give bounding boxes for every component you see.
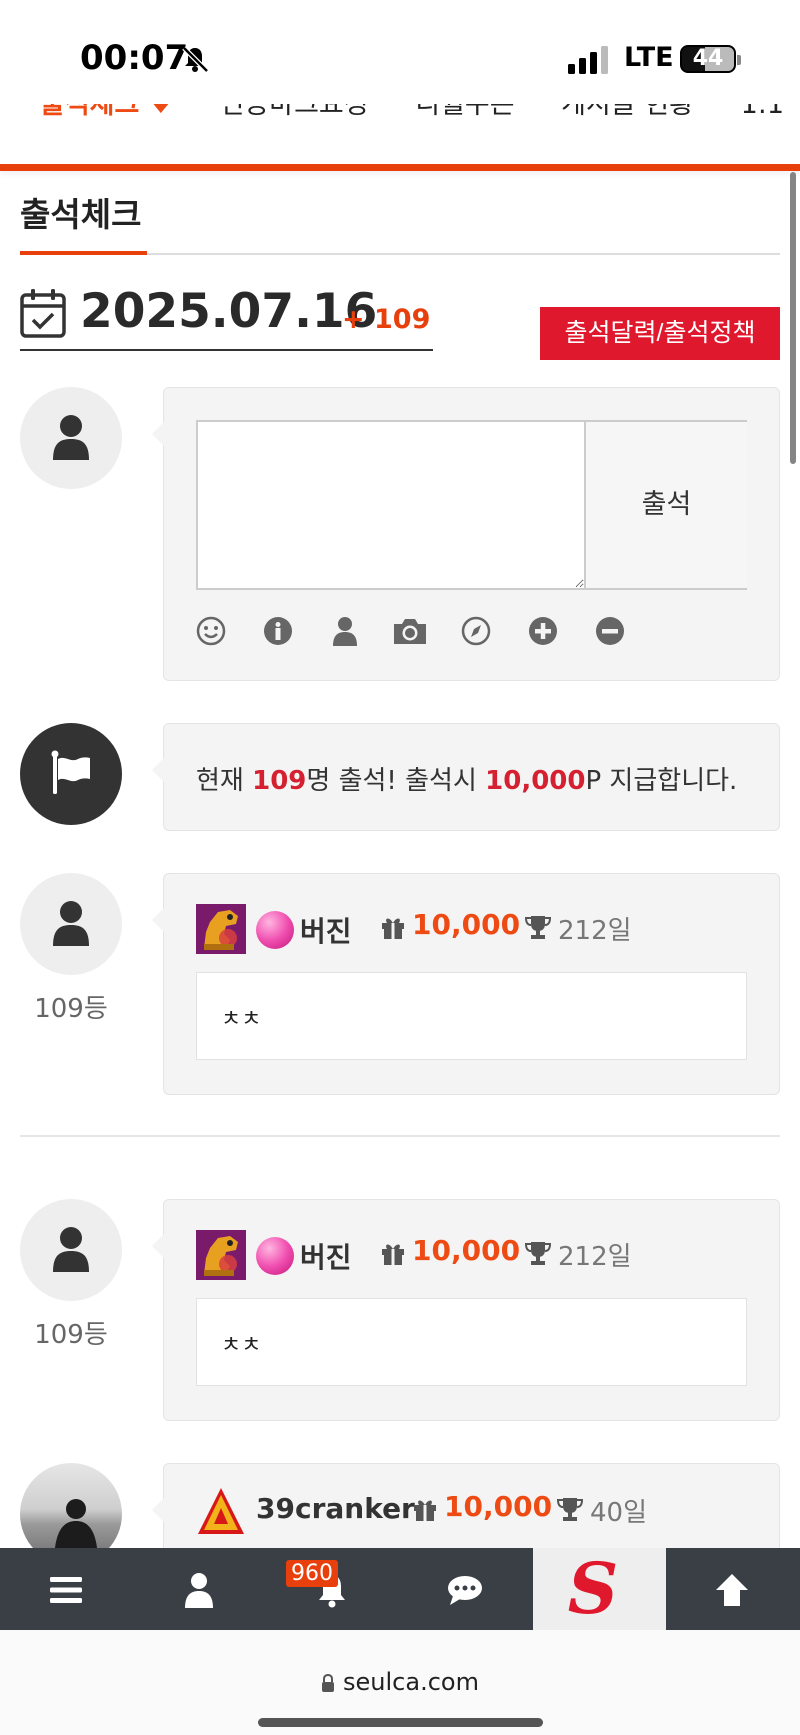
- level-orb-icon: [256, 911, 294, 949]
- notice-points: 10,000: [485, 766, 586, 796]
- minus-circle-icon[interactable]: [595, 616, 625, 646]
- trophy-icon: [525, 916, 551, 939]
- url-field[interactable]: seulca.com: [0, 1668, 800, 1696]
- comment-box: ㅊㅊ: [196, 1298, 747, 1386]
- attendance-form: 출석: [152, 387, 780, 681]
- gift-icon: [414, 1500, 436, 1521]
- bell-muted-icon: [182, 46, 209, 73]
- avatar: [20, 873, 122, 975]
- scroll-top-button[interactable]: [666, 1548, 799, 1630]
- battery-level: 44: [692, 46, 724, 71]
- notice-text: 현재 109명 출석! 출석시 10,000P 지급합니다.: [196, 760, 737, 797]
- site-logo-icon: S: [567, 1547, 619, 1630]
- trophy-icon: [557, 1498, 583, 1521]
- trophy-icon: [525, 1242, 551, 1265]
- status-time: 00:07: [80, 38, 189, 78]
- tab-post-status[interactable]: 게시글 현황: [561, 104, 694, 121]
- scrollbar[interactable]: [790, 172, 796, 464]
- gift-icon: [382, 918, 404, 939]
- network-type: LTE: [624, 42, 674, 73]
- status-bar: 00:07 LTE 44: [0, 0, 800, 118]
- user-icon: [53, 1227, 89, 1272]
- user-icon: [53, 415, 89, 460]
- plus-circle-icon[interactable]: [528, 616, 558, 646]
- bottom-nav: S: [0, 1548, 800, 1630]
- attendance-days: 212일: [558, 1242, 632, 1272]
- gold-a-badge-icon: [198, 1488, 244, 1534]
- notice-prefix: 현재: [196, 766, 253, 796]
- tab-verify-mark[interactable]: 인증마크요청: [220, 104, 369, 121]
- browser-url-bar: seulca.com: [0, 1630, 800, 1735]
- avatar: [20, 387, 122, 489]
- notification-badge: 960: [286, 1560, 338, 1587]
- attendance-date: 2025.07.16: [80, 284, 378, 339]
- nav-underline: [0, 164, 800, 171]
- comment-text: ㅊㅊ: [221, 1007, 262, 1032]
- chat-button[interactable]: [399, 1548, 532, 1630]
- url-text: seulca.com: [343, 1668, 479, 1696]
- attend-button[interactable]: 출석: [584, 422, 747, 588]
- flag-icon: [51, 750, 90, 794]
- dino-badge-icon: [196, 1230, 246, 1280]
- arrow-up-icon: [716, 1574, 748, 1606]
- dino-badge-icon: [196, 904, 246, 954]
- nickname[interactable]: 39cranker: [256, 1492, 415, 1525]
- tab-attendance[interactable]: 출석체크 ♥: [40, 104, 173, 121]
- nav-tabs: 출석체크 ♥ 인증마크요청 디월쿠폰 게시글 현황 1:1: [0, 104, 800, 168]
- home-logo-button[interactable]: S: [533, 1548, 666, 1630]
- notice-mid: 명 출석! 출석시: [306, 766, 486, 796]
- user-icon: [53, 901, 89, 946]
- compass-icon[interactable]: [461, 616, 491, 646]
- notice-suffix: P 지급합니다.: [585, 766, 738, 796]
- profile-button[interactable]: [133, 1548, 266, 1630]
- menu-button[interactable]: [0, 1548, 133, 1630]
- attendance-entry: 버진 10,000 212일 ㅊㅊ: [152, 1199, 780, 1421]
- tab-coupon[interactable]: 디월쿠폰: [415, 104, 514, 121]
- notice-avatar: [20, 723, 122, 825]
- points-value: 10,000: [444, 1490, 553, 1523]
- info-icon[interactable]: [263, 616, 293, 646]
- user-icon[interactable]: [330, 616, 360, 646]
- smile-icon[interactable]: [196, 616, 226, 646]
- comment-box: ㅊㅊ: [196, 972, 747, 1060]
- attendance-days: 212일: [558, 916, 632, 946]
- comment-text: ㅊㅊ: [221, 1333, 262, 1358]
- date-underline: [20, 349, 433, 351]
- page-title: 출석체크: [20, 195, 142, 234]
- gift-icon: [382, 1244, 404, 1265]
- heading-accent: [20, 251, 147, 255]
- camera-icon[interactable]: [392, 616, 428, 646]
- rank-label: 109등: [34, 994, 108, 1024]
- chat-icon: [448, 1576, 482, 1605]
- attendance-count: + 109: [342, 304, 431, 335]
- user-icon: [185, 1573, 213, 1608]
- attendance-days: 40일: [590, 1498, 648, 1528]
- nickname[interactable]: 버진: [300, 1236, 352, 1276]
- battery-icon: 44: [680, 45, 741, 73]
- level-orb-icon: [256, 1237, 294, 1275]
- rank-label: 109등: [34, 1320, 108, 1350]
- comment-input[interactable]: [198, 422, 584, 588]
- comment-input-box: 출석: [196, 420, 747, 590]
- signal-icon: [568, 46, 608, 74]
- attendance-notice: 현재 109명 출석! 출석시 10,000P 지급합니다.: [152, 723, 780, 831]
- lock-icon: [322, 1674, 335, 1692]
- notice-count: 109: [252, 766, 307, 796]
- entry-divider: [20, 1135, 780, 1137]
- attendance-entry: 버진 10,000 212일 ㅊㅊ: [152, 873, 780, 1095]
- menu-icon: [50, 1577, 82, 1603]
- calendar-policy-button[interactable]: 출석달력/출석정책: [540, 307, 780, 360]
- avatar: [20, 1199, 122, 1301]
- home-indicator[interactable]: [258, 1718, 543, 1727]
- tab-inquiry[interactable]: 1:1: [741, 104, 784, 120]
- points-value: 10,000: [412, 1234, 521, 1267]
- calendar-check-icon: [20, 289, 66, 338]
- nickname[interactable]: 버진: [300, 910, 352, 950]
- points-value: 10,000: [412, 908, 521, 941]
